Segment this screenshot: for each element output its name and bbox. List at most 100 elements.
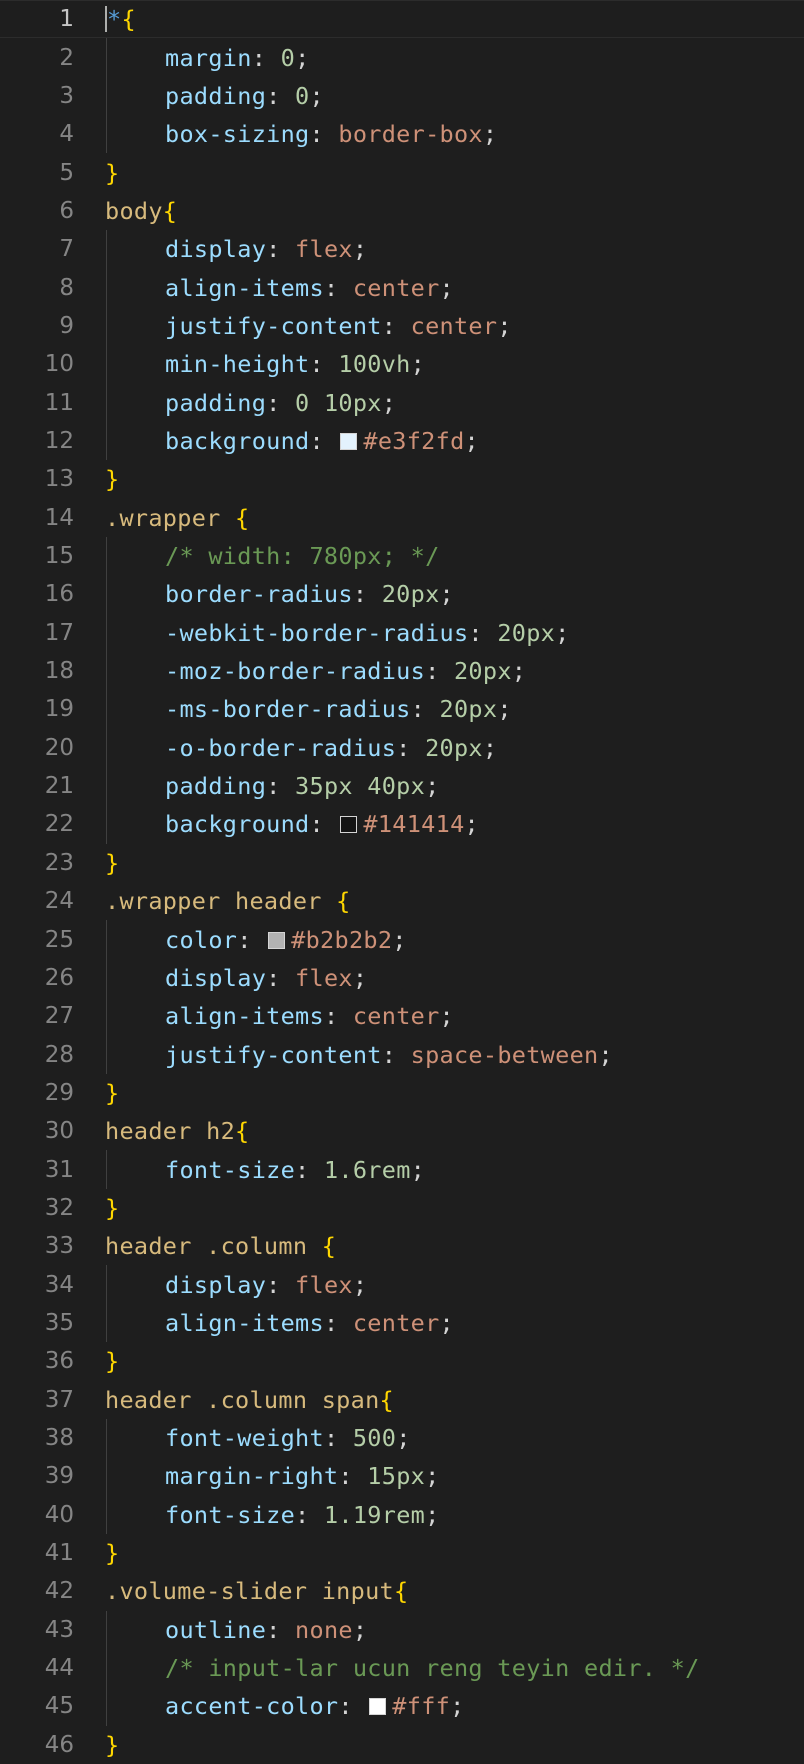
code-line[interactable]: 15 /* width: 780px; */ [0, 537, 804, 575]
line-number: 5 [59, 159, 74, 186]
code-line[interactable]: 43 outline: none; [0, 1611, 804, 1649]
code-line[interactable]: 22 background: #141414; [0, 805, 804, 843]
code-line[interactable]: 36} [0, 1342, 804, 1380]
line-number: 7 [59, 236, 74, 263]
code-token: ; [392, 925, 407, 954]
code-line[interactable]: 38 font-weight: 500; [0, 1419, 804, 1457]
code-line[interactable]: 1 *{ [0, 0, 804, 38]
color-swatch[interactable] [340, 816, 358, 834]
color-swatch[interactable] [340, 432, 358, 450]
code-line[interactable]: 4 box-sizing: border-box; [0, 115, 804, 153]
code-line[interactable]: 45 accent-color: #fff; [0, 1687, 804, 1725]
code-text: } [105, 465, 119, 493]
code-line[interactable]: 39 margin-right: 15px; [0, 1457, 804, 1495]
code-token: font-weight [165, 1424, 324, 1453]
code-token: flex [295, 1270, 353, 1299]
code-line[interactable]: 33 header .column { [0, 1227, 804, 1265]
code-text: outline: none; [165, 1616, 367, 1644]
code-text: border-radius: 20px; [165, 580, 454, 608]
code-token: } [105, 158, 120, 187]
code-token: ; [497, 695, 512, 724]
code-line[interactable]: 10 min-height: 100vh; [0, 345, 804, 383]
code-line[interactable]: 19 -ms-border-radius: 20px; [0, 690, 804, 728]
code-line[interactable]: 5} [0, 153, 804, 191]
code-line[interactable]: 21 padding: 35px 40px; [0, 767, 804, 805]
code-token: : [251, 43, 281, 72]
code-line[interactable]: 35 align-items: center; [0, 1304, 804, 1342]
color-swatch[interactable] [369, 1698, 387, 1716]
code-text: font-size: 1.6rem; [165, 1156, 425, 1184]
code-token: space-between [410, 1040, 599, 1069]
code-token: center [352, 1002, 440, 1031]
code-token: border-radius [165, 580, 353, 609]
code-token: #141414 [363, 810, 465, 839]
code-token: flex [295, 963, 353, 992]
code-line[interactable]: 2 margin: 0; [0, 38, 804, 76]
line-number: 43 [44, 1616, 74, 1643]
code-line[interactable]: 27 align-items: center; [0, 997, 804, 1035]
code-text: -o-border-radius: 20px; [165, 734, 497, 762]
code-line[interactable]: 30 header h2{ [0, 1112, 804, 1150]
code-token: ; [598, 1040, 613, 1069]
code-token: .volume-slider input [105, 1577, 394, 1606]
code-line[interactable]: 16 border-radius: 20px; [0, 575, 804, 613]
code-line[interactable]: 9 justify-content: center; [0, 307, 804, 345]
code-line[interactable]: 17 -webkit-border-radius: 20px; [0, 614, 804, 652]
code-token: font-size [165, 1155, 296, 1184]
code-token: -ms-border-radius [165, 695, 411, 724]
code-line[interactable]: 12 background: #e3f2fd; [0, 422, 804, 460]
line-number: 6 [59, 197, 74, 224]
code-line[interactable]: 40 font-size: 1.19rem; [0, 1496, 804, 1534]
code-line[interactable]: 13} [0, 460, 804, 498]
code-line[interactable]: 46} [0, 1726, 804, 1764]
code-line[interactable]: 34 display: flex; [0, 1265, 804, 1303]
code-line[interactable]: 8 align-items: center; [0, 268, 804, 306]
code-editor[interactable]: 1 *{2 margin: 0; 3 padding: 0; 4 box-sizing: b… [0, 0, 804, 1764]
code-line[interactable]: 29} [0, 1074, 804, 1112]
code-line[interactable]: 31 font-size: 1.6rem; [0, 1150, 804, 1188]
code-token: body [105, 196, 163, 225]
code-line[interactable]: 26 display: flex; [0, 959, 804, 997]
code-line[interactable]: 3 padding: 0; [0, 77, 804, 115]
code-line[interactable]: 11 padding: 0 10px; [0, 383, 804, 421]
code-line[interactable]: 37 header .column span{ [0, 1381, 804, 1419]
code-text: .wrapper { [105, 504, 250, 532]
code-token: 0 [280, 43, 296, 72]
color-swatch[interactable] [268, 931, 286, 949]
code-line[interactable]: 23} [0, 844, 804, 882]
code-text: } [105, 1347, 119, 1375]
code-line[interactable]: 6 body{ [0, 192, 804, 230]
code-line[interactable]: 24 .wrapper header { [0, 882, 804, 920]
line-number: 4 [59, 121, 74, 148]
code-token: { [336, 887, 351, 916]
code-text: justify-content: space-between; [165, 1041, 613, 1069]
code-line[interactable]: 44 /* input-lar ucun reng teyin edir. */ [0, 1649, 804, 1687]
code-line[interactable]: 18 -moz-border-radius: 20px; [0, 652, 804, 690]
code-token: ; [425, 772, 440, 801]
code-line[interactable]: 14 .wrapper { [0, 499, 804, 537]
code-line[interactable]: 41} [0, 1534, 804, 1572]
code-line[interactable]: 25 color: #b2b2b2; [0, 920, 804, 958]
code-line[interactable]: 20 -o-border-radius: 20px; [0, 729, 804, 767]
code-token: : [309, 350, 339, 379]
code-text: } [105, 1731, 119, 1759]
code-token: : [266, 235, 296, 264]
code-line[interactable]: 42 .volume-slider input{ [0, 1572, 804, 1610]
code-token: margin [165, 43, 252, 72]
line-number: 10 [44, 351, 74, 378]
code-text: display: flex; [165, 964, 367, 992]
code-line[interactable]: 7 display: flex; [0, 230, 804, 268]
line-number: 3 [59, 82, 74, 109]
code-token: center [352, 273, 440, 302]
code-token: : [309, 810, 339, 839]
code-token: : [352, 580, 382, 609]
line-number: 30 [44, 1118, 74, 1145]
line-number: 46 [44, 1731, 74, 1758]
code-line[interactable]: 32} [0, 1189, 804, 1227]
code-token: ; [425, 1500, 440, 1529]
code-token: 20px [439, 695, 498, 724]
code-text: align-items: center; [165, 1309, 454, 1337]
code-token: : [295, 1155, 324, 1184]
code-token: justify-content [165, 311, 382, 340]
code-line[interactable]: 28 justify-content: space-between; [0, 1035, 804, 1073]
